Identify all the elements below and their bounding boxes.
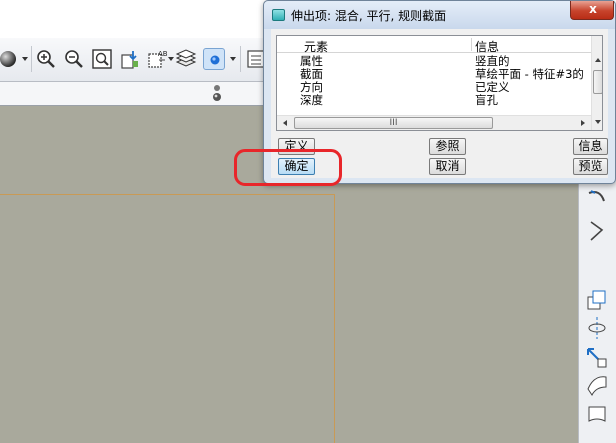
dialog-title: 伸出项: 混合, 平行, 规则截面 xyxy=(291,9,447,23)
element-name: 深度 xyxy=(300,93,323,107)
scroll-thumb[interactable]: III xyxy=(294,117,493,129)
fill-surface-icon[interactable] xyxy=(582,369,612,399)
layers-icon[interactable] xyxy=(175,48,197,70)
list-item[interactable]: 方向 已定义 xyxy=(277,81,591,94)
datum-display-icon[interactable] xyxy=(206,82,228,104)
scroll-down-icon[interactable] xyxy=(595,120,601,124)
element-list[interactable]: 元素 信息 属性 竖直的 截面 草绘平面 - 特征#3的 方向 已定义 深度 盲… xyxy=(276,35,603,131)
toolbar-divider xyxy=(31,46,32,72)
sketch-plane-outline xyxy=(0,194,335,443)
reorient-icon[interactable] xyxy=(119,48,141,70)
boundary-blend-icon[interactable] xyxy=(582,399,612,429)
cancel-button[interactable]: 取消 xyxy=(429,158,466,175)
feature-dialog-icon xyxy=(272,9,285,21)
chevron-down-icon[interactable] xyxy=(22,57,28,61)
scroll-up-icon[interactable] xyxy=(595,58,601,62)
column-header-element[interactable]: 元素 xyxy=(304,38,328,55)
scroll-right-icon[interactable] xyxy=(581,120,585,126)
zoom-in-icon[interactable] xyxy=(35,48,57,70)
dialog-titlebar[interactable]: 伸出项: 混合, 平行, 规则截面 x xyxy=(264,1,615,29)
close-icon: x xyxy=(589,2,597,16)
preview-button[interactable]: 预览 xyxy=(573,158,608,175)
svg-text:AB: AB xyxy=(158,50,168,58)
info-button[interactable]: 信息 xyxy=(573,138,608,155)
list-header: 元素 信息 xyxy=(277,36,591,55)
named-views-icon[interactable]: AB xyxy=(147,48,169,70)
horizontal-scrollbar[interactable]: III xyxy=(277,115,591,130)
scroll-thumb[interactable] xyxy=(593,70,602,94)
chevron-down-icon[interactable] xyxy=(168,57,174,61)
close-button[interactable]: x xyxy=(570,1,614,20)
blend-icon[interactable] xyxy=(582,183,612,213)
surface-icon[interactable] xyxy=(582,341,612,371)
shade-sphere-icon[interactable] xyxy=(0,48,22,70)
zoom-out-icon[interactable] xyxy=(63,48,85,70)
column-divider xyxy=(471,38,472,51)
element-info: 盲孔 xyxy=(475,93,498,107)
column-header-info[interactable]: 信息 xyxy=(475,38,499,55)
toolbar-divider xyxy=(240,46,241,72)
mirror-icon[interactable] xyxy=(582,285,612,315)
spin-center-icon[interactable] xyxy=(203,48,225,70)
scroll-left-icon[interactable] xyxy=(283,120,287,126)
annotation-highlight-circle xyxy=(234,149,342,186)
vertical-scrollbar[interactable] xyxy=(591,36,602,130)
chevron-down-icon[interactable] xyxy=(230,57,236,61)
refit-icon[interactable] xyxy=(91,48,113,70)
list-item[interactable]: 截面 草绘平面 - 特征#3的 xyxy=(277,68,591,81)
list-item[interactable]: 深度 盲孔 xyxy=(277,94,591,107)
move-icon[interactable] xyxy=(582,313,612,343)
references-button[interactable]: 参照 xyxy=(429,138,466,155)
copy-feature-icon[interactable] xyxy=(582,216,612,246)
